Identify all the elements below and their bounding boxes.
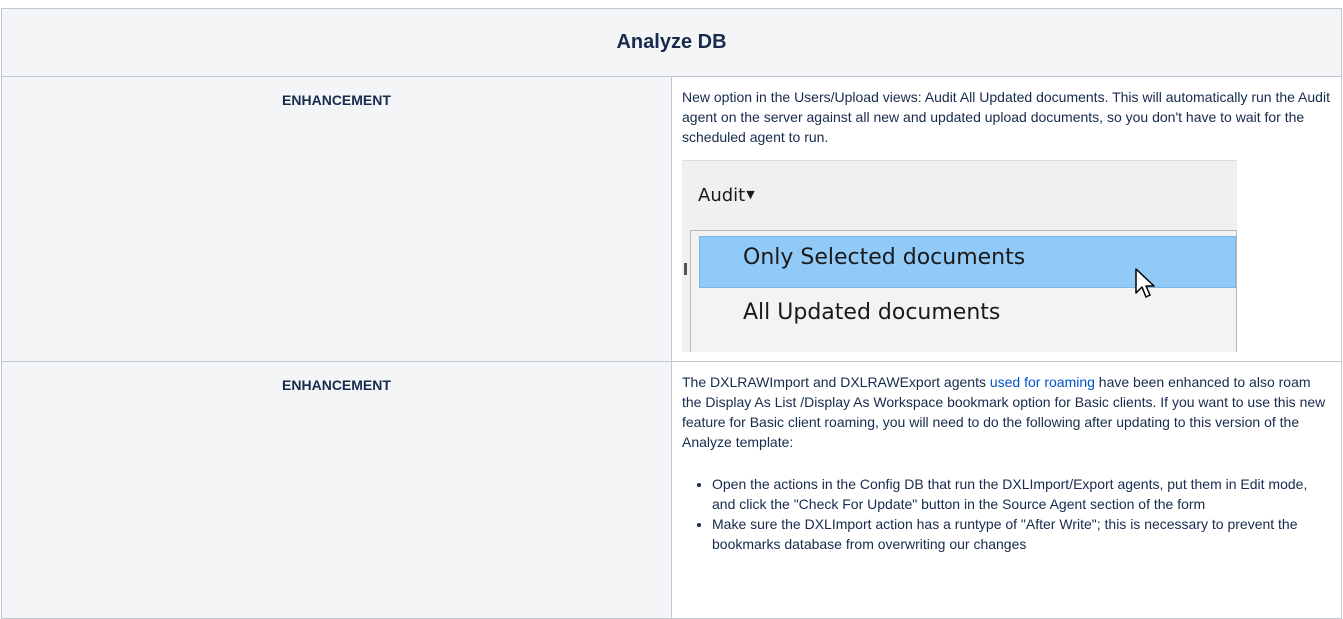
table-row: ENHANCEMENT New option in the Users/Uplo… bbox=[1, 76, 1342, 362]
section-title: Analyze DB bbox=[1, 8, 1342, 77]
change-type-label: ENHANCEMENT bbox=[1, 76, 672, 362]
instruction-list: Open the actions in the Config DB that r… bbox=[682, 474, 1332, 554]
table-row: ENHANCEMENT The DXLRAWImport and DXLRAWE… bbox=[1, 361, 1342, 619]
description-text: The DXLRAWImport and DXLRAWExport agents… bbox=[682, 372, 1332, 452]
menu-item-label: All Updated documents bbox=[743, 300, 1001, 325]
background-fragment: ⌐⌐⌐ ⌐ bbox=[682, 346, 724, 352]
analyze-db-table: Analyze DB ENHANCEMENT New option in the… bbox=[1, 8, 1342, 619]
change-description: New option in the Users/Upload views: Au… bbox=[671, 76, 1342, 362]
audit-menu-screenshot: Audit▼ Only Selected documents All Updat… bbox=[682, 160, 1237, 352]
change-description: The DXLRAWImport and DXLRAWExport agents… bbox=[671, 361, 1342, 619]
menu-item-label: Only Selected documents bbox=[743, 245, 1026, 270]
used-for-roaming-link[interactable]: used for roaming bbox=[990, 374, 1095, 390]
audit-menu-button: Audit▼ bbox=[698, 185, 755, 206]
list-item: Make sure the DXLImport action has a run… bbox=[712, 514, 1332, 554]
caret-down-icon: ▼ bbox=[746, 188, 755, 201]
change-type-label: ENHANCEMENT bbox=[1, 361, 672, 619]
description-text-part: The DXLRAWImport and DXLRAWExport agents bbox=[682, 374, 990, 390]
audit-dropdown-menu: Only Selected documents All Updated docu… bbox=[690, 230, 1237, 352]
table-header-row: Analyze DB bbox=[1, 8, 1342, 77]
description-text: New option in the Users/Upload views: Au… bbox=[682, 89, 1330, 145]
list-item: Open the actions in the Config DB that r… bbox=[712, 474, 1332, 514]
mouse-pointer-icon bbox=[1135, 268, 1155, 298]
divider bbox=[682, 160, 1237, 161]
release-notes-table: Analyze DB ENHANCEMENT New option in the… bbox=[1, 8, 1342, 619]
background-fragment bbox=[684, 263, 687, 275]
audit-menu-button-label: Audit bbox=[698, 185, 746, 206]
